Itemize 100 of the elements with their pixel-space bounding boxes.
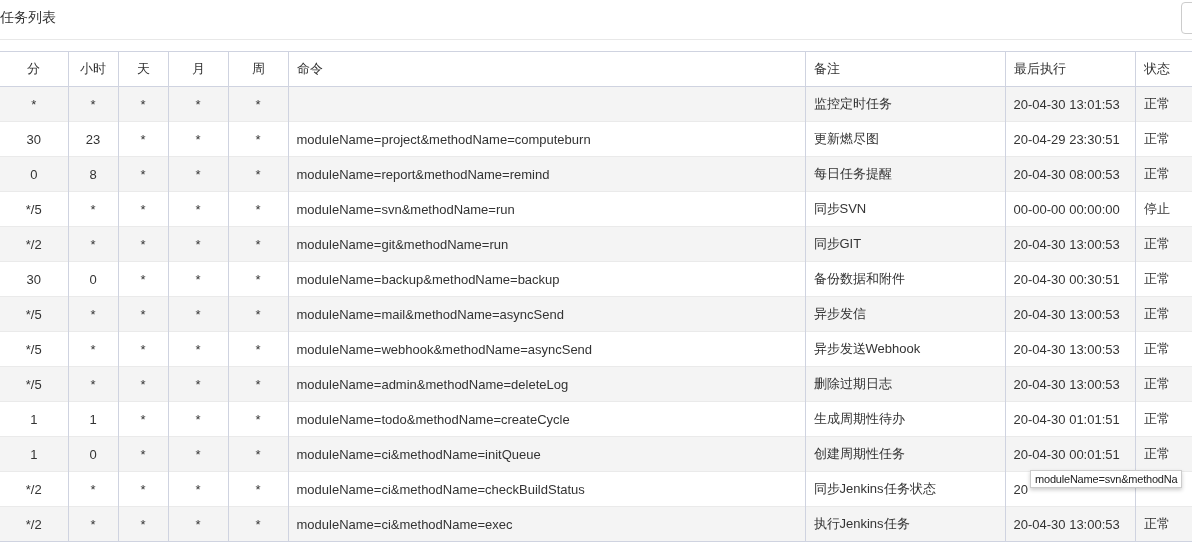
table-cell: 正常 [1143,96,1170,111]
table-cell: * [255,306,261,322]
table-cell: * [90,516,96,532]
table-cell: 正常 [1143,236,1170,251]
table-cell: moduleName=svn&methodName=run [296,201,515,217]
table-cell: */5 [25,201,42,217]
table-cell: 00-00-00 00:00:00 [1013,201,1120,217]
table-cell: 生成周期性待办 [813,411,905,426]
table-cell: 删除过期日志 [813,376,892,391]
column-header: 状态 [1135,51,1192,87]
tooltip: moduleName=svn&methodNa [1030,470,1183,488]
table-cell: */2 [25,481,42,497]
table-cell: 20-04-30 01:01:51 [1013,411,1120,427]
table-cell: * [255,166,261,182]
table-cell: * [255,376,261,392]
table-cell: 1 [30,446,38,462]
column-header: 小时 [68,51,118,87]
table-cell: moduleName=ci&methodName=checkBuildStatus [296,481,585,497]
table-cell: 备份数据和附件 [813,271,905,286]
table-cell: 30 [26,271,41,287]
table-cell: 20-04-30 08:00:53 [1013,166,1120,182]
table-cell: 20-04-30 00:30:51 [1013,271,1120,287]
table-cell: * [195,376,201,392]
table-cell: 30 [26,131,41,147]
column-header: 备注 [805,51,1005,87]
table-cell: 20-04-29 23:30:51 [1013,131,1120,147]
table-cell: * [140,166,146,182]
table-cell: 8 [89,166,97,182]
table-cell: * [255,236,261,252]
table-cell: * [255,201,261,217]
table-cell: 20-04-30 00:01:51 [1013,446,1120,462]
table-cell: 正常 [1143,271,1170,286]
table-cell: * [195,271,201,287]
table-cell: * [255,96,261,112]
table-cell: * [140,341,146,357]
table-cell: moduleName=mail&methodName=asyncSend [296,306,564,322]
table-cell: * [140,271,146,287]
column-header: 分 [0,51,68,87]
table-cell: * [195,201,201,217]
table-cell: 20-04-30 13:00:53 [1013,306,1120,322]
table-cell: * [90,236,96,252]
table-cell: * [90,306,96,322]
table-cell: 20-04-30 13:00:53 [1013,516,1120,532]
table-cell: 创建周期性任务 [813,446,905,461]
table-cell: * [255,481,261,497]
table-cell: 0 [30,166,38,182]
table-cell: * [195,131,201,147]
table-cell: 正常 [1143,516,1170,531]
table-cell: * [140,201,146,217]
table-cell: */2 [25,516,42,532]
table-cell: 正常 [1143,411,1170,426]
table-cell: * [90,481,96,497]
table-cell: 正常 [1143,446,1170,461]
column-header: 周 [228,51,288,87]
table-cell: * [255,446,261,462]
table-cell: * [195,516,201,532]
table-cell: 更新燃尽图 [813,131,879,146]
table-cell: * [195,446,201,462]
table-cell: 停止 [1143,201,1170,216]
table-cell: 23 [85,131,101,147]
table-cell: * [140,96,146,112]
table-cell: moduleName=webhook&methodName=asyncSend [296,341,593,357]
table-cell: moduleName=ci&methodName=initQueue [296,446,541,462]
table-cell: 异步发送Webhook [813,341,921,356]
table-cell: * [195,166,201,182]
table-cell: * [195,306,201,322]
table-cell: * [140,306,146,322]
column-header: 天 [118,51,168,87]
table-cell: moduleName=todo&methodName=createCycle [296,411,570,427]
table-cell: 执行Jenkins任务 [813,516,910,531]
table-cell: 1 [30,411,38,427]
table-cell: * [195,96,201,112]
table-cell: 正常 [1143,166,1170,181]
table-cell: moduleName=git&methodName=run [296,236,509,252]
table-cell: * [90,341,96,357]
table-cell: * [140,131,146,147]
table-cell: 正常 [1143,131,1170,146]
table-cell: 20-04-30 13:00:53 [1013,341,1120,357]
table-cell: 异步发信 [813,306,866,321]
table-cell: * [255,131,261,147]
table-cell: 20 [1013,481,1028,497]
table-cell: * [255,271,261,287]
table-cell: * [31,96,37,112]
table-cell: * [140,516,146,532]
table-cell: moduleName=project&methodName=computeburn [296,131,591,147]
page-title: 任务列表 [0,8,56,27]
table-cell: * [255,411,261,427]
table-cell: * [195,481,201,497]
table-cell: * [195,236,201,252]
table-cell: */5 [25,306,42,322]
table-cell: 正常 [1143,306,1170,321]
column-header: 最后执行 [1005,51,1135,87]
table-cell: 正常 [1143,341,1170,356]
table-cell: * [140,411,146,427]
table-cell: 0 [89,271,97,287]
table-cell: * [255,341,261,357]
table-cell: */5 [25,341,42,357]
table-cell: */2 [25,236,42,252]
table-cell: 1 [89,411,97,427]
column-header: 月 [168,51,228,87]
